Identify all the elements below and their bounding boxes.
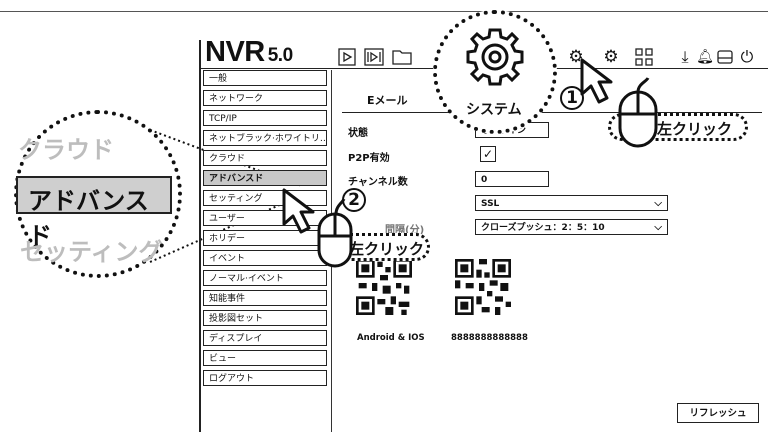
mouse-icon xyxy=(317,198,353,268)
channels-label: チャンネル数 xyxy=(348,177,408,188)
left-click-label-2: 左クリック xyxy=(349,240,425,258)
folder-icon[interactable] xyxy=(392,48,412,66)
download-icon[interactable]: ⤓ xyxy=(676,48,694,66)
mouse-icon xyxy=(618,77,658,148)
encryption-select-value: SSL xyxy=(481,199,500,209)
sidebar-item-event[interactable]: イベント xyxy=(203,250,327,266)
play-icon[interactable] xyxy=(338,48,356,66)
system-gear-icon xyxy=(466,28,524,86)
playback-icon[interactable] xyxy=(364,48,384,66)
power-icon[interactable]: ⏻ xyxy=(738,48,756,66)
tab-email[interactable]: Eメール xyxy=(367,92,408,108)
grid-icon[interactable] xyxy=(635,48,653,66)
sidebar-item-general[interactable]: 一般 xyxy=(203,70,327,86)
sidebar-item-tcpip[interactable]: TCP/IP xyxy=(203,110,327,126)
sidebar-item-advanced[interactable]: アドバンスド xyxy=(203,170,327,186)
p2p-label: P2P有効 xyxy=(348,153,390,164)
sidebar-item-blacklist[interactable]: ネットブラック·ホワイトリ… xyxy=(203,130,327,146)
qr-serial-caption: 8888888888888 xyxy=(451,333,528,343)
qr-code-serial xyxy=(455,259,511,315)
sidebar-item-smart-event[interactable]: 知能事件 xyxy=(203,290,327,306)
encryption-select[interactable]: SSL ⌵ xyxy=(475,195,668,211)
sidebar-item-logout[interactable]: ログアウト xyxy=(203,370,327,386)
bell-icon[interactable]: 🔔︎ xyxy=(696,48,714,66)
channels-input[interactable]: 0 xyxy=(475,171,549,187)
sidebar-item-normal-event[interactable]: ノーマル·イベント xyxy=(203,270,327,286)
qr-code-app xyxy=(356,259,412,315)
sidebar-item-display[interactable]: ディスプレイ xyxy=(203,330,327,346)
chevron-down-icon: ⌵ xyxy=(654,222,662,233)
refresh-button[interactable]: リフレッシュ xyxy=(677,403,759,423)
sidebar-item-cloud[interactable]: クラウド xyxy=(203,150,327,166)
left-click-label-1: 左クリック xyxy=(657,120,733,138)
sidebar-item-network[interactable]: ネットワーク xyxy=(203,90,327,106)
system-callout-label: システム xyxy=(466,102,522,118)
status-label: 状態 xyxy=(348,128,368,139)
sidebar-item-view[interactable]: ビュー xyxy=(203,350,327,366)
hdd-icon[interactable] xyxy=(716,48,734,66)
sidebar-item-projection[interactable]: 投影図セット xyxy=(203,310,327,326)
qr-app-caption: Android & IOS xyxy=(357,333,425,343)
p2p-checkbox[interactable]: ✓ xyxy=(480,146,496,162)
logo-version: 5.0 xyxy=(267,45,293,66)
app-logo: NVR 5.0 xyxy=(205,36,293,69)
interval-select[interactable]: クローズプッシュ：2：5：10 ⌵ xyxy=(475,219,668,235)
interval-select-value: クローズプッシュ：2：5：10 xyxy=(481,223,605,233)
logo-text: NVR xyxy=(205,36,265,68)
chevron-down-icon: ⌵ xyxy=(654,198,662,209)
